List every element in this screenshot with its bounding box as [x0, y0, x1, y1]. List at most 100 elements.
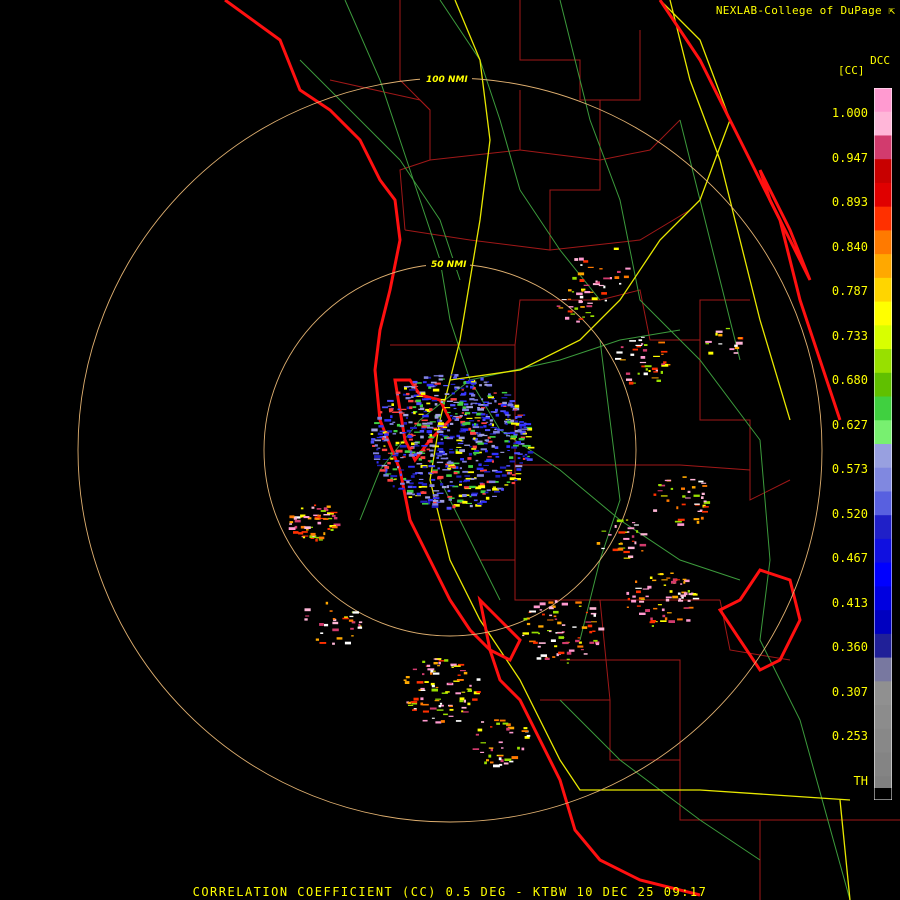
radar-echo: [522, 444, 530, 447]
radar-echo: [468, 379, 474, 382]
radar-echo: [412, 493, 416, 496]
radar-echo: [539, 609, 543, 611]
radar-echo: [449, 451, 455, 454]
scale-swatch: [874, 111, 892, 137]
radar-echo: [470, 432, 477, 435]
radar-echo: [288, 527, 296, 530]
radar-echo: [424, 398, 431, 400]
scale-swatch: [874, 372, 892, 398]
radar-echo: [603, 285, 606, 289]
radar-echo: [409, 482, 414, 485]
radar-echo: [676, 506, 679, 510]
radar-echo: [428, 436, 435, 439]
radar-echo: [435, 721, 442, 724]
radar-echo: [406, 392, 410, 396]
radar-echo: [344, 641, 351, 645]
radar-echo: [449, 436, 453, 439]
radar-echo: [666, 577, 671, 579]
radar-echo: [483, 404, 489, 407]
radar-echo: [433, 658, 438, 660]
radar-echo: [487, 456, 492, 458]
radar-echo: [326, 505, 331, 508]
radar-echo: [400, 482, 405, 485]
radar-echo: [426, 402, 431, 405]
radar-echo: [453, 665, 461, 667]
radar-echo: [616, 351, 623, 354]
radar-echo: [442, 469, 449, 471]
radar-echo: [469, 446, 472, 448]
radar-echo: [473, 478, 477, 480]
radar-echo: [620, 542, 623, 545]
radar-echo: [623, 557, 631, 559]
radar-echo: [393, 430, 398, 433]
radar-echo: [448, 683, 452, 685]
radar-echo: [644, 344, 648, 346]
radar-echo: [413, 445, 420, 447]
radar-echo: [470, 402, 478, 404]
radar-echo: [420, 486, 428, 488]
radar-echo: [414, 441, 419, 444]
scale-swatch: [874, 515, 892, 540]
radar-echo: [617, 547, 624, 551]
radar-echo: [440, 483, 444, 486]
radar-echo: [447, 411, 451, 414]
radar-echo: [604, 299, 607, 302]
radar-echo: [405, 397, 410, 400]
radar-echo: [475, 733, 479, 736]
radar-echo: [653, 371, 658, 373]
radar-echo: [429, 421, 436, 423]
radar-echo: [411, 442, 415, 446]
radar-echo: [473, 454, 477, 456]
radar-echo: [382, 458, 389, 460]
radar-echo: [422, 660, 426, 663]
radar-echo: [663, 584, 667, 586]
radar-echo: [472, 748, 480, 750]
radar-echo: [612, 548, 619, 552]
radar-echo: [502, 401, 507, 405]
radar-echo: [489, 436, 496, 438]
radar-echo: [435, 686, 439, 688]
radar-echo: [426, 664, 431, 667]
radar-echo: [481, 721, 485, 723]
radar-echo: [467, 457, 472, 460]
radar-echo: [387, 399, 394, 402]
radar-echo: [503, 432, 511, 435]
radar-echo: [511, 756, 519, 760]
radar-echo: [684, 607, 690, 609]
radar-echo: [650, 617, 653, 620]
radar-echo: [663, 361, 667, 364]
radar-echo: [614, 276, 620, 279]
radar-echo: [468, 452, 473, 456]
radar-echo: [708, 351, 714, 355]
radar-echo: [420, 697, 424, 701]
radar-echo: [444, 393, 450, 395]
radar-echo: [486, 458, 492, 462]
radar-echo: [320, 510, 326, 512]
radar-echo: [489, 433, 496, 435]
radar-echo: [558, 651, 565, 655]
radar-echo: [473, 499, 478, 502]
radar-echo: [459, 449, 465, 453]
radar-echo: [431, 469, 438, 471]
radar-echo: [566, 658, 570, 661]
radar-echo: [640, 533, 648, 536]
radar-echo: [439, 433, 444, 436]
radar-echo: [566, 651, 572, 655]
radar-echo: [504, 758, 512, 761]
radar-echo: [452, 505, 456, 509]
radar-echo: [522, 635, 525, 637]
radar-echo: [471, 394, 476, 397]
radar-echo: [413, 411, 416, 415]
radar-echo: [589, 607, 597, 610]
radar-echo: [423, 376, 429, 379]
radar-echo: [503, 405, 507, 407]
radar-echo: [496, 722, 500, 725]
radar-echo: [435, 698, 441, 700]
radar-echo: [376, 448, 379, 451]
radar-echo: [490, 427, 498, 428]
radar-echo: [567, 310, 573, 313]
radar-echo: [431, 478, 436, 481]
radar-echo: [692, 597, 700, 600]
radar-echo: [459, 483, 462, 486]
radar-echo: [447, 489, 451, 493]
